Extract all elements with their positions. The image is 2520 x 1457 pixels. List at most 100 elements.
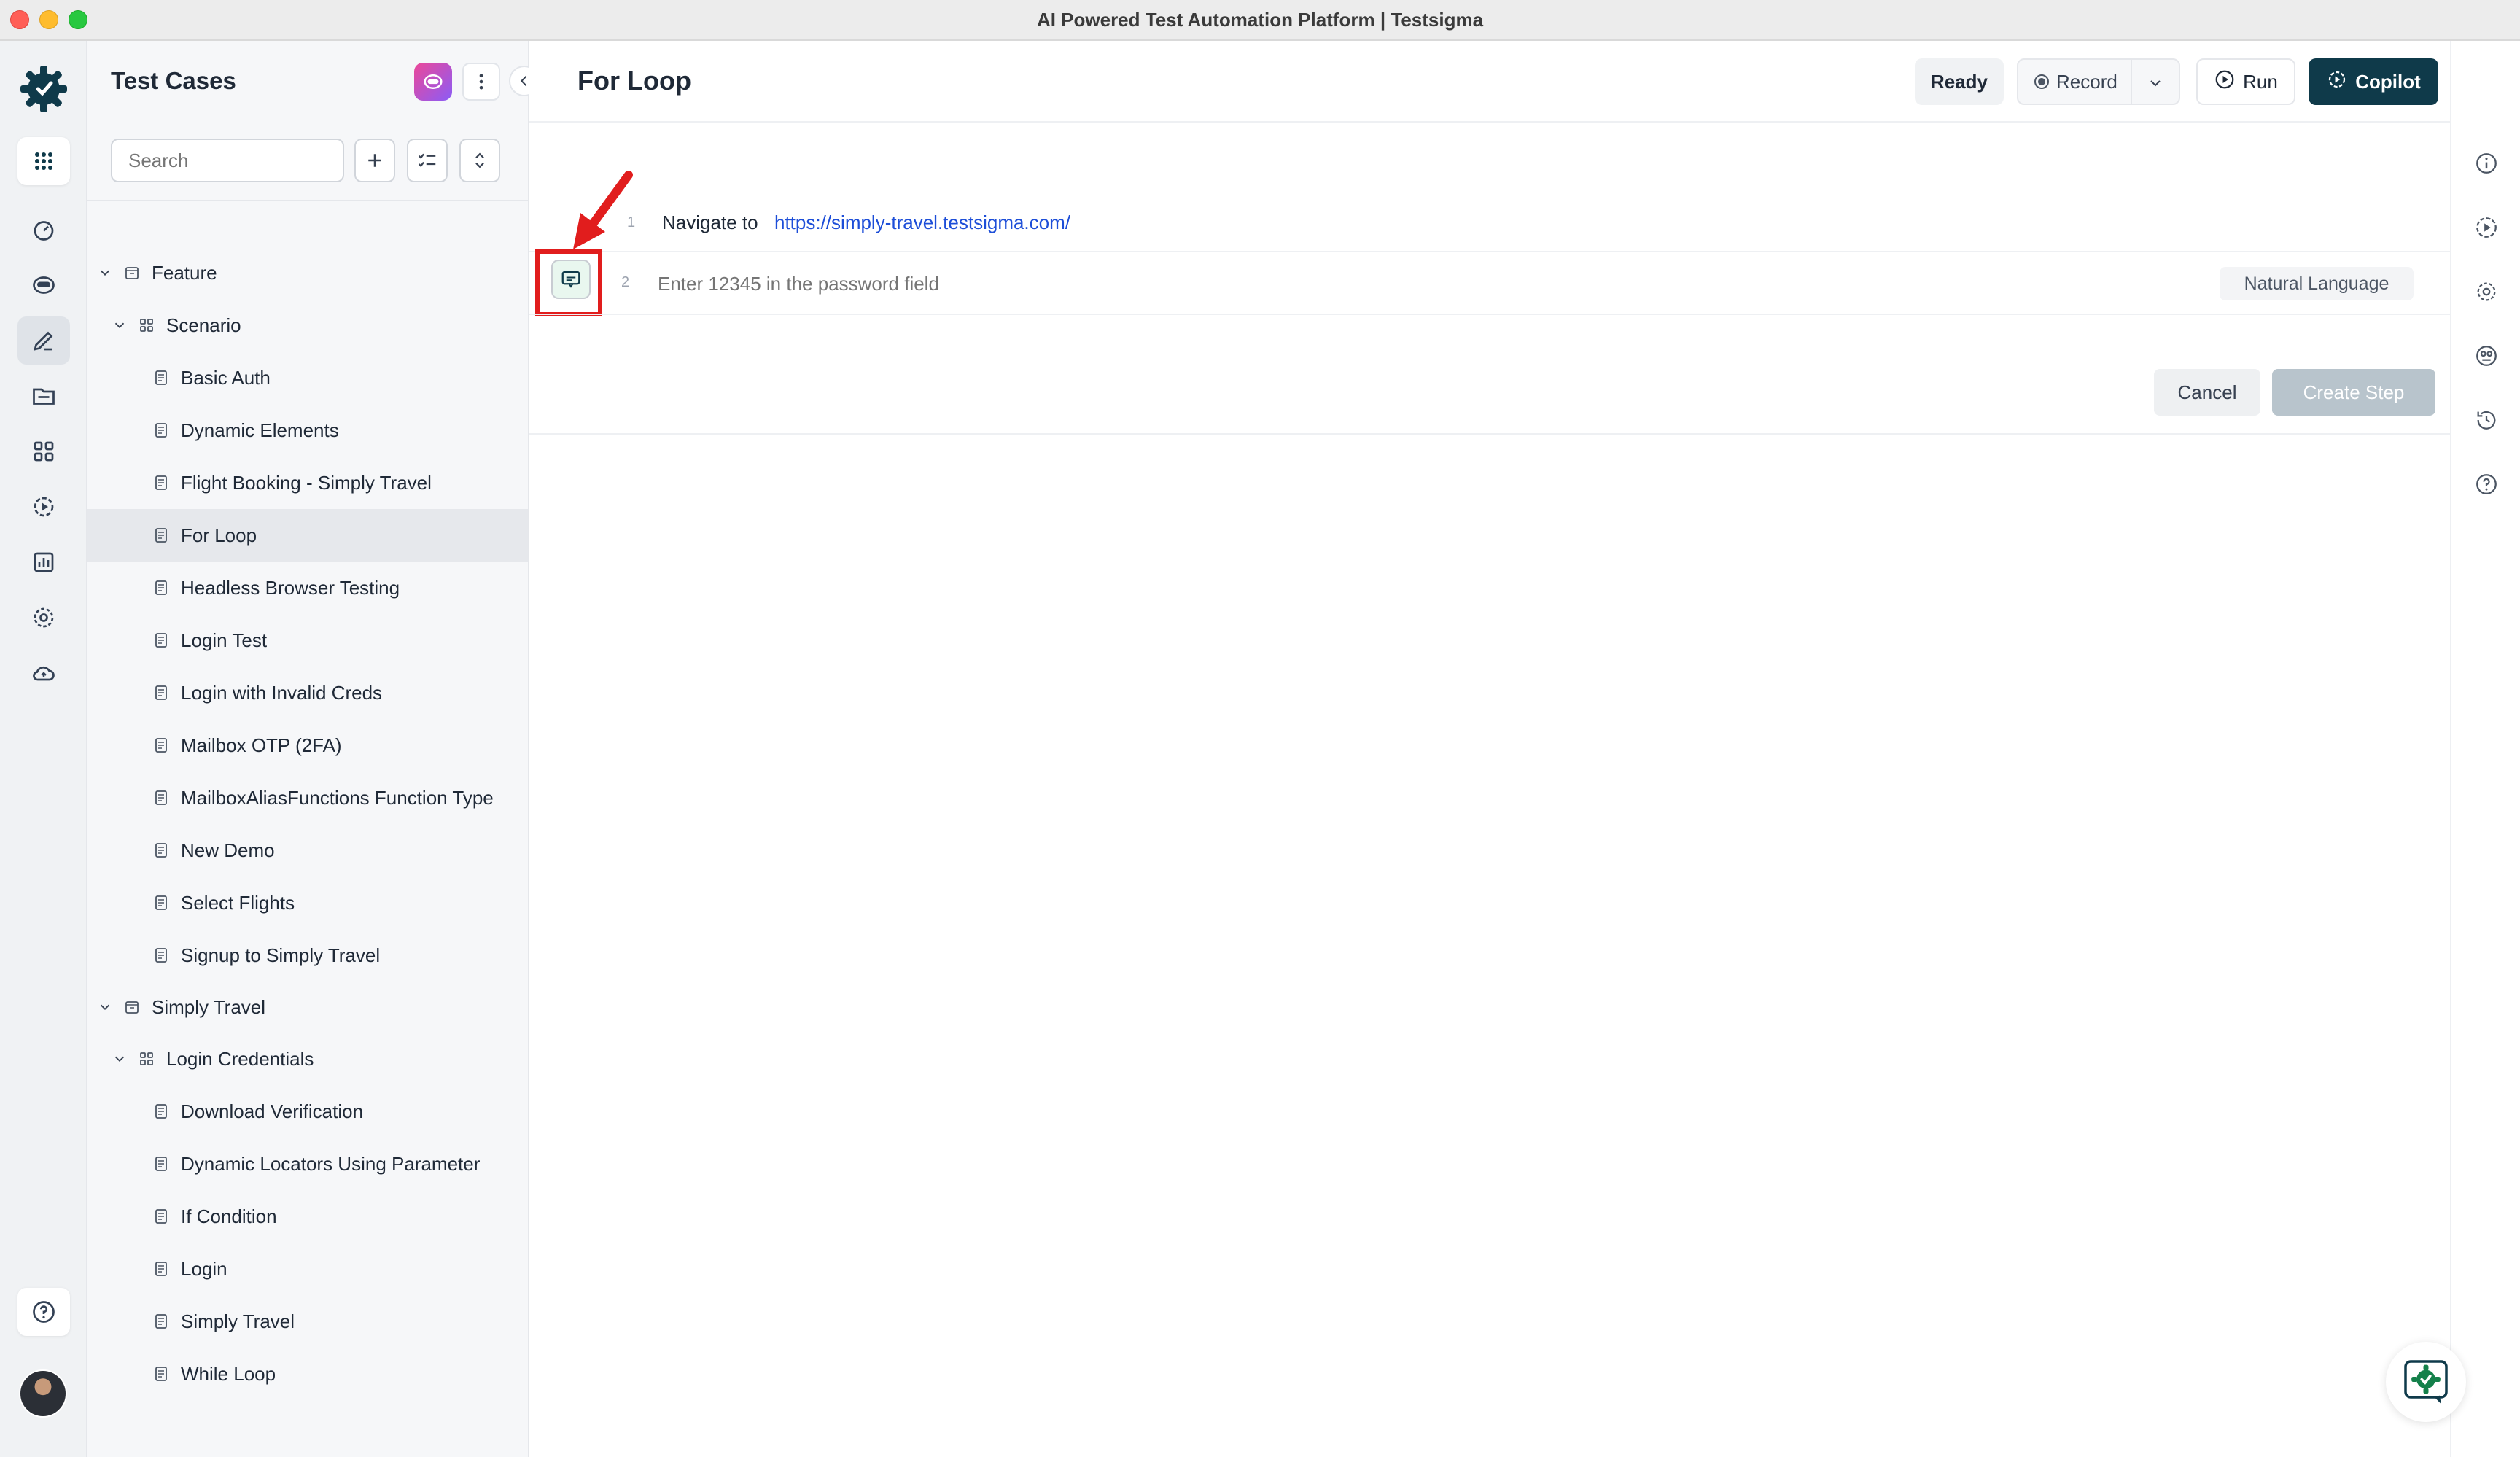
sidebar-more-icon[interactable] xyxy=(462,63,500,101)
tree-item-label: Login xyxy=(181,1257,228,1280)
test-runs-icon[interactable] xyxy=(18,483,70,531)
test-case-tree: Feature Scenario Basic Auth Dynamic Element… xyxy=(88,246,528,1400)
chat-support-icon[interactable] xyxy=(2386,1342,2466,1422)
info-icon[interactable] xyxy=(2473,150,2500,176)
copilot-label: Copilot xyxy=(2355,70,2421,93)
test-case-icon xyxy=(152,893,171,912)
test-data-icon[interactable] xyxy=(2473,343,2500,369)
test-cases-icon[interactable] xyxy=(18,316,70,365)
folder-icon[interactable] xyxy=(18,372,70,420)
test-case-item[interactable]: Basic Auth xyxy=(88,351,528,404)
test-case-item[interactable]: Login Test xyxy=(88,614,528,667)
scenario-folder[interactable]: Login Credentials xyxy=(88,1033,528,1085)
user-avatar[interactable] xyxy=(19,1369,67,1418)
test-case-item[interactable]: Simply Travel xyxy=(88,1295,528,1348)
tree-item-label: New Demo xyxy=(181,839,275,861)
tree-item-label: For Loop xyxy=(181,524,257,546)
test-case-icon xyxy=(152,736,171,755)
highlight-box xyxy=(535,249,602,316)
history-icon[interactable] xyxy=(2473,407,2500,433)
step-action-text[interactable]: Navigate to xyxy=(662,211,758,234)
chevron-down-icon[interactable] xyxy=(2147,74,2164,97)
record-split-divider xyxy=(2131,60,2132,104)
tree-item-label: Simply Travel xyxy=(181,1310,295,1332)
tree-item-label: Flight Booking - Simply Travel xyxy=(181,471,432,494)
play-icon xyxy=(2214,69,2236,96)
test-case-item[interactable]: New Demo xyxy=(88,824,528,877)
feature-folder[interactable]: Simply Travel xyxy=(88,982,528,1033)
test-case-item[interactable]: Dynamic Elements xyxy=(88,404,528,456)
test-case-icon xyxy=(152,473,171,492)
test-case-editor: For Loop Ready Record Run Copilot 1 Navi… xyxy=(529,41,2450,1457)
cloud-icon[interactable] xyxy=(18,649,70,697)
close-window-button[interactable] xyxy=(10,10,29,29)
test-case-item[interactable]: If Condition xyxy=(88,1190,528,1243)
right-tools-rail xyxy=(2450,41,2520,1457)
test-case-item[interactable]: Flight Booking - Simply Travel xyxy=(88,456,528,509)
ai-agent-icon[interactable] xyxy=(18,261,70,309)
settings-icon[interactable] xyxy=(18,594,70,642)
tree-item-label: Download Verification xyxy=(181,1100,364,1122)
chevron-down-icon[interactable] xyxy=(96,998,114,1016)
add-test-case-icon[interactable] xyxy=(354,139,395,182)
feature-folder[interactable]: Feature xyxy=(88,246,528,299)
create-step-button[interactable]: Create Step xyxy=(2272,369,2435,416)
chevron-down-icon[interactable] xyxy=(111,1050,128,1068)
test-case-icon xyxy=(152,788,171,807)
help-circle-icon[interactable] xyxy=(2473,471,2500,497)
record-label: Record xyxy=(2056,70,2118,93)
search-input[interactable] xyxy=(111,139,344,182)
run-button[interactable]: Run xyxy=(2196,58,2295,105)
copilot-button[interactable]: Copilot xyxy=(2309,58,2438,105)
tree-item-label: Signup to Simply Travel xyxy=(181,944,381,966)
chevron-down-icon[interactable] xyxy=(111,316,128,334)
ready-label: Ready xyxy=(1930,70,1988,93)
expand-collapse-icon[interactable] xyxy=(459,139,500,182)
test-case-icon xyxy=(152,1364,171,1383)
test-case-item[interactable]: While Loop xyxy=(88,1348,528,1400)
test-cases-sidebar: Test Cases Feature Scenario Basic Auth Dyna… xyxy=(88,41,540,1457)
bulk-select-icon[interactable] xyxy=(407,139,448,182)
test-case-item[interactable]: Download Verification xyxy=(88,1085,528,1138)
step-input[interactable] xyxy=(658,267,1679,300)
test-case-item[interactable]: Headless Browser Testing xyxy=(88,562,528,614)
scenario-icon xyxy=(137,316,156,335)
step-divider xyxy=(529,314,2450,315)
test-case-item[interactable]: Login with Invalid Creds xyxy=(88,667,528,719)
minimize-window-button[interactable] xyxy=(39,10,58,29)
test-case-icon xyxy=(152,1154,171,1173)
test-case-item[interactable]: For Loop xyxy=(88,509,528,562)
cancel-button[interactable]: Cancel xyxy=(2154,369,2260,416)
step-url-link[interactable]: https://simply-travel.testsigma.com/ xyxy=(774,211,1070,234)
tree-item-label: Mailbox OTP (2FA) xyxy=(181,734,342,756)
dashboard-icon[interactable] xyxy=(18,206,70,254)
reports-icon[interactable] xyxy=(18,538,70,586)
modules-icon[interactable] xyxy=(18,427,70,475)
test-case-item[interactable]: Dynamic Locators Using Parameter xyxy=(88,1138,528,1190)
dry-run-icon[interactable] xyxy=(2473,214,2500,241)
test-case-icon xyxy=(152,683,171,702)
left-nav-rail xyxy=(0,41,88,1457)
record-button[interactable]: Record xyxy=(2017,58,2180,105)
test-case-item[interactable]: Login xyxy=(88,1243,528,1295)
maximize-window-button[interactable] xyxy=(69,10,88,29)
natural-language-badge[interactable]: Natural Language xyxy=(2220,267,2414,300)
test-case-item[interactable]: MailboxAliasFunctions Function Type xyxy=(88,772,528,824)
test-case-icon xyxy=(152,578,171,597)
test-case-icon xyxy=(152,421,171,440)
test-case-icon xyxy=(152,1102,171,1121)
record-icon xyxy=(2034,74,2049,89)
ai-assistant-icon[interactable] xyxy=(414,63,452,101)
header-divider xyxy=(529,121,2450,123)
chevron-down-icon[interactable] xyxy=(96,264,114,281)
scenario-folder[interactable]: Scenario xyxy=(88,299,528,351)
help-icon[interactable] xyxy=(18,1288,70,1336)
actions-divider xyxy=(529,433,2450,435)
gear-icon[interactable] xyxy=(2473,279,2500,305)
test-case-item[interactable]: Mailbox OTP (2FA) xyxy=(88,719,528,772)
mode-label: Natural Language xyxy=(2244,273,2389,294)
apps-grid-icon[interactable] xyxy=(18,137,70,185)
testsigma-logo-icon[interactable] xyxy=(18,63,70,115)
test-case-item[interactable]: Signup to Simply Travel xyxy=(88,929,528,982)
test-case-item[interactable]: Select Flights xyxy=(88,877,528,929)
